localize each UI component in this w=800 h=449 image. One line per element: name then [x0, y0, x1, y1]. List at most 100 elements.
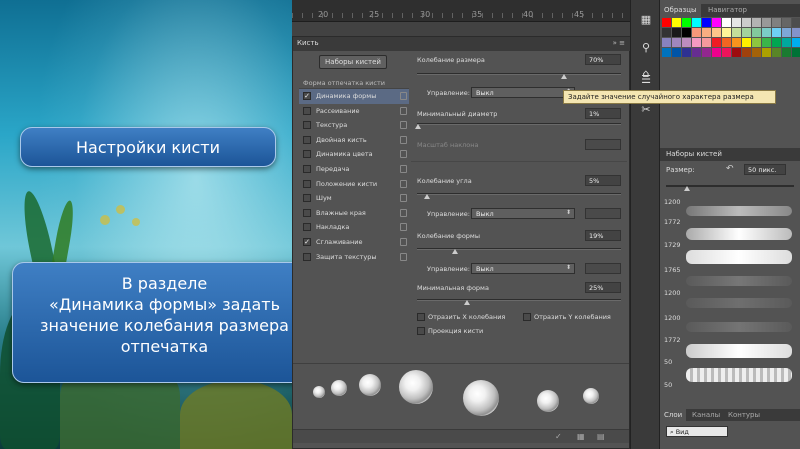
color-swatch[interactable] — [722, 28, 731, 37]
color-swatch[interactable] — [742, 38, 751, 47]
color-swatch[interactable] — [702, 48, 711, 57]
color-swatch[interactable] — [662, 28, 671, 37]
new-preset-icon[interactable]: ▤ — [597, 432, 605, 441]
lock-icon[interactable] — [400, 106, 407, 115]
brush-preset-item[interactable] — [686, 322, 792, 332]
lock-icon[interactable] — [400, 194, 407, 203]
tab-layers[interactable]: Слои — [660, 409, 687, 422]
color-swatch[interactable] — [772, 48, 781, 57]
color-palette-icon[interactable]: ▦ — [637, 12, 655, 28]
color-swatch[interactable] — [662, 18, 671, 27]
brush-preset-item[interactable] — [686, 276, 792, 286]
size-jitter-slider[interactable] — [417, 73, 621, 75]
color-swatch[interactable] — [782, 18, 791, 27]
color-swatch[interactable] — [762, 48, 771, 57]
brush-projection-checkbox[interactable]: Проекция кисти — [417, 327, 483, 335]
color-swatch[interactable] — [682, 18, 691, 27]
brush-presets-tab[interactable]: Наборы кистей — [660, 148, 800, 161]
checkbox-icon[interactable] — [417, 327, 425, 335]
checkbox-icon[interactable] — [303, 252, 311, 261]
color-swatch[interactable] — [732, 48, 741, 57]
color-swatch[interactable] — [712, 18, 721, 27]
color-swatch[interactable] — [682, 28, 691, 37]
color-swatch[interactable] — [782, 38, 791, 47]
horizontal-ruler[interactable]: 20 25 30 35 40 45 — [292, 0, 630, 22]
slider-thumb[interactable] — [415, 124, 421, 129]
tab-swatches[interactable]: Образцы — [660, 4, 701, 17]
brush-preset-item[interactable] — [686, 250, 792, 264]
checkbox-icon[interactable] — [303, 194, 311, 203]
color-swatch[interactable] — [722, 18, 731, 27]
slider-thumb[interactable] — [424, 194, 430, 199]
brush-preset-item[interactable] — [686, 206, 792, 216]
lock-icon[interactable] — [400, 223, 407, 232]
lock-icon[interactable] — [400, 237, 407, 246]
color-swatch[interactable] — [672, 48, 681, 57]
brush-presets-icon[interactable]: ⚲ — [637, 40, 655, 56]
checkbox-icon[interactable] — [303, 208, 311, 217]
list-item-build-up[interactable]: Накладка — [299, 220, 409, 235]
lock-icon[interactable] — [400, 252, 407, 261]
tab-channels[interactable]: Каналы — [688, 409, 724, 422]
roundness-jitter-slider[interactable] — [417, 248, 621, 250]
color-swatch[interactable] — [782, 28, 791, 37]
list-item-protect-texture[interactable]: Защита текстуры — [299, 250, 409, 265]
slider-thumb[interactable] — [452, 249, 458, 254]
color-swatch[interactable] — [722, 38, 731, 47]
list-item-shape-dynamics[interactable]: ✓ Динамика формы — [299, 89, 409, 104]
slider-thumb[interactable] — [561, 74, 567, 79]
color-swatch[interactable] — [682, 38, 691, 47]
lock-icon[interactable] — [400, 208, 407, 217]
scissors-icon[interactable]: ✂ — [637, 102, 655, 118]
checkbox-icon[interactable] — [303, 106, 311, 115]
color-swatch[interactable] — [702, 38, 711, 47]
roundness-control-select[interactable]: Выкл ⬍ — [471, 263, 575, 274]
color-swatch[interactable] — [692, 48, 701, 57]
color-swatch[interactable] — [752, 18, 761, 27]
color-swatch[interactable] — [732, 18, 741, 27]
color-swatch[interactable] — [742, 48, 751, 57]
color-swatch[interactable] — [732, 28, 741, 37]
size-value[interactable]: 50 пикс. — [744, 164, 786, 175]
tab-paths[interactable]: Контуры — [724, 409, 764, 422]
slider-thumb[interactable] — [684, 186, 690, 191]
lock-icon[interactable] — [400, 150, 407, 159]
min-diameter-value[interactable]: 1% — [585, 108, 621, 119]
angle-jitter-slider[interactable] — [417, 193, 621, 195]
checkbox-checked-icon[interactable]: ✓ — [303, 237, 311, 246]
color-swatch[interactable] — [762, 18, 771, 27]
min-roundness-value[interactable]: 25% — [585, 282, 621, 293]
color-swatch[interactable] — [792, 38, 800, 47]
color-swatch[interactable] — [792, 48, 800, 57]
lock-icon[interactable] — [400, 121, 407, 130]
flip-y-checkbox[interactable]: Отразить Y колебания — [523, 313, 611, 321]
brush-panel-tab[interactable]: Кисть » ≡ — [293, 37, 631, 51]
color-swatch[interactable] — [752, 38, 761, 47]
color-swatch[interactable] — [692, 28, 701, 37]
color-swatch[interactable] — [702, 18, 711, 27]
brush-tip-shape-item[interactable]: Форма отпечатка кисти — [299, 77, 409, 89]
min-roundness-slider[interactable] — [417, 299, 621, 301]
list-item-noise[interactable]: Шум — [299, 191, 409, 206]
angle-jitter-value[interactable]: 5% — [585, 175, 621, 186]
list-item-texture[interactable]: Текстура — [299, 118, 409, 133]
color-swatch[interactable] — [672, 28, 681, 37]
checkbox-icon[interactable] — [303, 150, 311, 159]
checkbox-icon[interactable] — [303, 135, 311, 144]
color-swatch[interactable] — [742, 28, 751, 37]
color-swatch[interactable] — [672, 18, 681, 27]
color-swatch[interactable] — [752, 28, 761, 37]
panel-menu-icon[interactable]: » ≡ — [613, 39, 625, 47]
size-jitter-value[interactable]: 70% — [585, 54, 621, 65]
lock-icon[interactable] — [400, 179, 407, 188]
color-swatch[interactable] — [772, 38, 781, 47]
min-diameter-slider[interactable] — [417, 123, 621, 125]
brush-preset-item[interactable] — [686, 298, 792, 308]
list-item-dual-brush[interactable]: Двойная кисть — [299, 133, 409, 148]
color-swatch[interactable] — [712, 48, 721, 57]
checkbox-icon[interactable] — [303, 179, 311, 188]
reset-icon[interactable]: ↶ — [726, 164, 734, 174]
flip-x-checkbox[interactable]: Отразить Х колебания — [417, 313, 505, 321]
color-swatch[interactable] — [762, 28, 771, 37]
brush-preset-item[interactable] — [686, 228, 792, 240]
